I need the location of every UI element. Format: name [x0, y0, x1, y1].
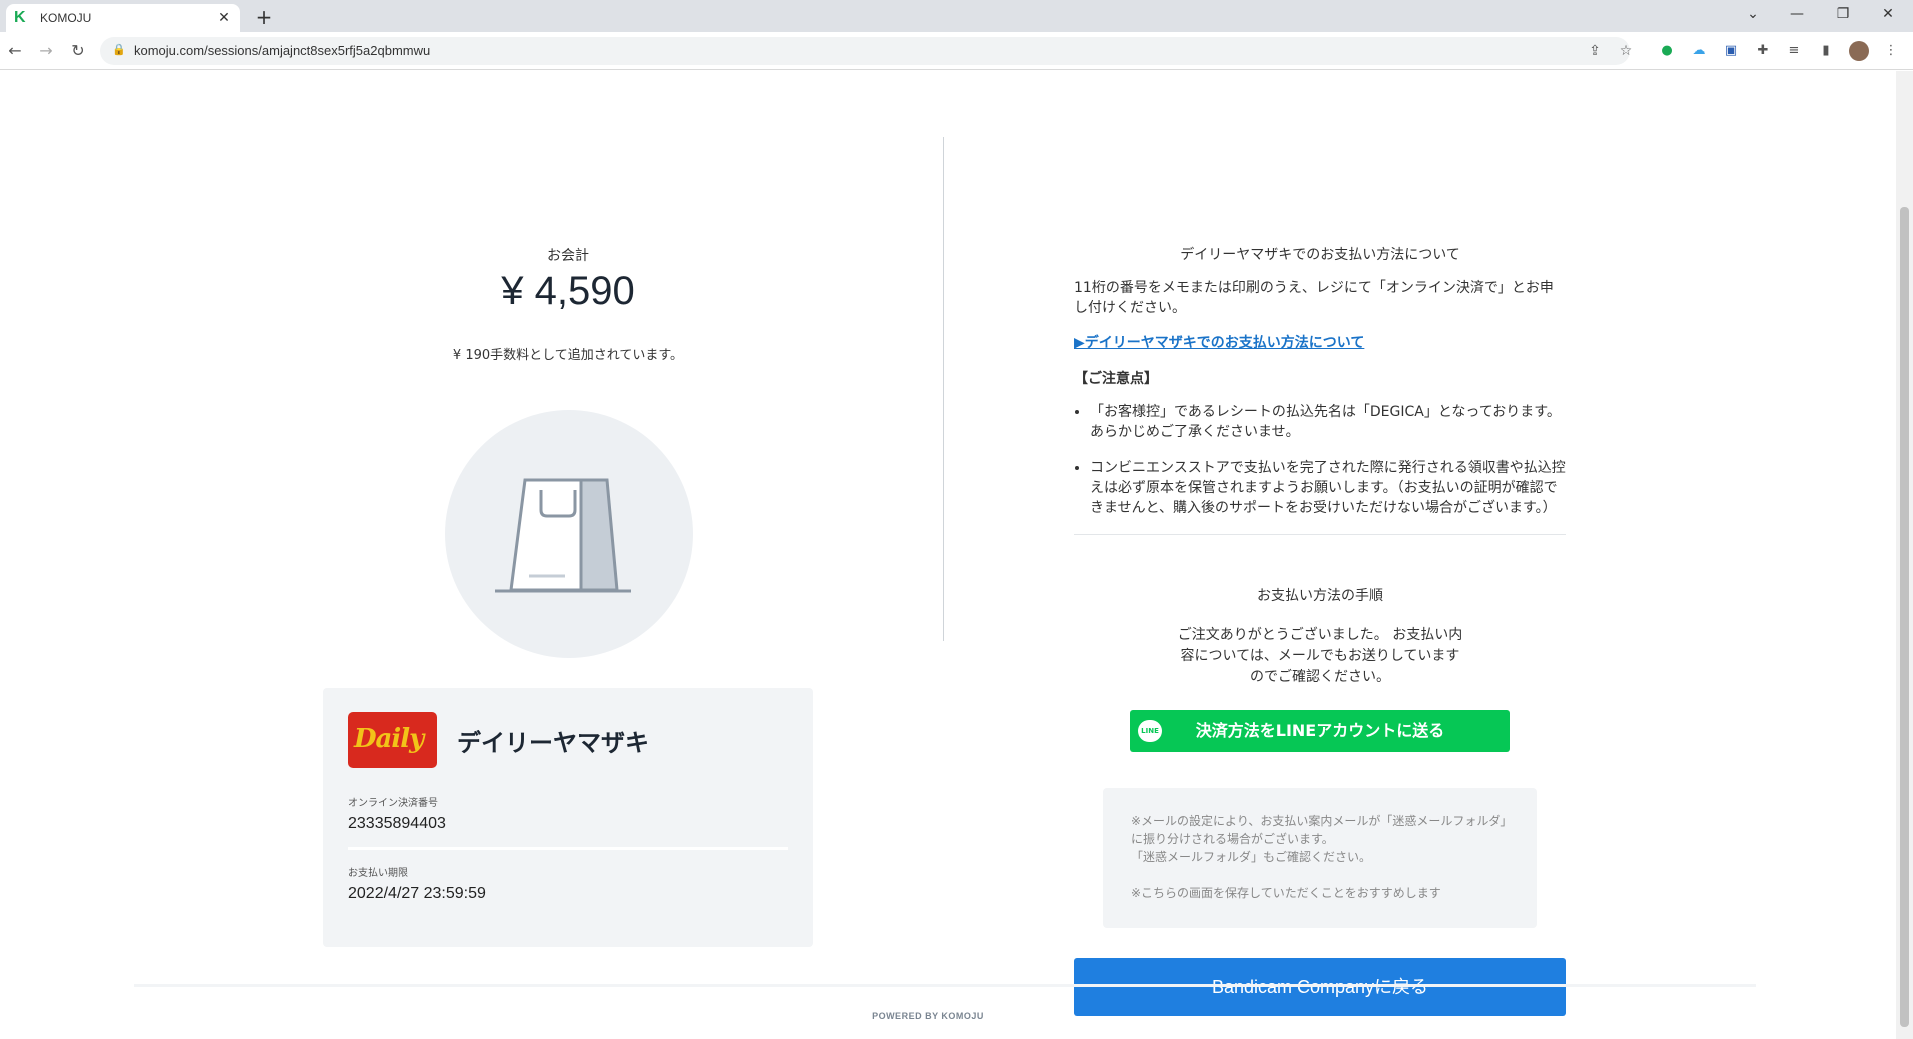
- card-divider: [348, 847, 788, 850]
- daily-yamazaki-logo: Daily: [348, 712, 437, 768]
- extensions-puzzle-icon[interactable]: ✚: [1753, 41, 1773, 61]
- tab-title: KOMOJU: [40, 11, 92, 25]
- instructions-column: デイリーヤマザキでのお支払い方法について 11桁の番号をメモまたは印刷のうえ、レ…: [1074, 171, 1566, 1016]
- notice-text: ※メールの設定により、お支払い案内メールが「迷惑メールフォルダ」に振り分けされる…: [1131, 814, 1507, 846]
- list-item: 「お客様控」であるレシートの払込先名は「DEGICA」となっております。あらかじ…: [1090, 402, 1566, 442]
- share-icon[interactable]: ⇪: [1586, 42, 1604, 60]
- list-item: コンビニエンスストアで支払いを完了された際に発行される領収書や払込控えは必ず原本…: [1090, 458, 1566, 518]
- profile-avatar[interactable]: [1849, 41, 1869, 61]
- close-window-button[interactable]: ✕: [1866, 0, 1910, 28]
- extension-translate-icon[interactable]: ▣: [1721, 41, 1741, 61]
- footer-divider: [134, 984, 1756, 987]
- lock-icon: 🔒: [112, 43, 126, 56]
- checkout-page: お会計 ¥ 4,590 ¥ 190手数料として追加されています。 Daily デ…: [0, 71, 1896, 1039]
- browser-tab[interactable]: K KOMOJU ✕: [6, 4, 240, 32]
- thanks-message: ご注文ありがとうございました。 お支払い内容については、メールでもお送りしていま…: [1177, 627, 1463, 685]
- payment-summary-column: お会計 ¥ 4,590 ¥ 190手数料として追加されています。 Daily デ…: [323, 171, 813, 947]
- komoju-favicon-icon: K: [14, 9, 26, 26]
- back-arrow-icon[interactable]: ←: [3, 39, 27, 63]
- return-to-merchant-button[interactable]: Bandicam Companyに戻る: [1074, 958, 1566, 1016]
- bookmark-star-icon[interactable]: ☆: [1617, 42, 1635, 60]
- email-notice-box: ※メールの設定により、お支払い案内メールが「迷惑メールフォルダ」に振り分けされる…: [1103, 788, 1537, 928]
- powered-by-footer: POWERED BY KOMOJU: [872, 1011, 984, 1021]
- send-to-line-label: 決済方法をLINEアカウントに送る: [1195, 721, 1445, 740]
- fee-note: ¥ 190手数料として追加されています。: [452, 348, 684, 363]
- section-divider: [1074, 534, 1566, 535]
- instructions-title: デイリーヤマザキでのお支払い方法について: [1180, 247, 1460, 263]
- minimize-button[interactable]: —: [1775, 0, 1819, 28]
- address-bar[interactable]: 🔒 komoju.com/sessions/amjajnct8sex5rfj5a…: [100, 37, 1632, 65]
- media-control-icon[interactable]: ≡: [1784, 41, 1804, 61]
- new-tab-button[interactable]: +: [252, 6, 276, 30]
- scrollbar-thumb[interactable]: [1900, 207, 1909, 1027]
- forward-arrow-icon[interactable]: →: [34, 39, 58, 63]
- shopping-bag-icon: [495, 478, 631, 593]
- notice-text: 「迷惑メールフォルダ」もご確認ください。: [1131, 850, 1372, 864]
- instructions-description: 11桁の番号をメモまたは印刷のうえ、レジにて「オンライン決済で」とお申し付けくだ…: [1074, 280, 1554, 316]
- caution-heading: 【ご注意点】: [1074, 371, 1158, 387]
- shopping-bag-illustration: [445, 410, 693, 658]
- browser-tab-strip: K KOMOJU ✕ + ⌄ — ❐ ✕: [0, 0, 1913, 32]
- deadline-label: お支払い期限: [348, 868, 408, 879]
- browser-toolbar: ← → ↻ 🔒 komoju.com/sessions/amjajnct8sex…: [0, 32, 1913, 70]
- store-name: デイリーヤマザキ: [457, 728, 649, 757]
- payment-deadline: 2022/4/27 23:59:59: [348, 885, 486, 902]
- extension-green-icon[interactable]: ●: [1657, 41, 1677, 61]
- total-label: お会計: [547, 248, 589, 264]
- store-payment-card: Daily デイリーヤマザキ オンライン決済番号 23335894403 お支払…: [323, 688, 813, 947]
- column-divider: [943, 137, 944, 641]
- payment-number-label: オンライン決済番号: [348, 798, 438, 809]
- restore-button[interactable]: ❐: [1821, 0, 1865, 28]
- tab-search-icon[interactable]: ⌄: [1731, 0, 1775, 28]
- menu-kebab-icon[interactable]: ⋮: [1881, 41, 1901, 61]
- reload-icon[interactable]: ↻: [66, 39, 90, 63]
- total-amount: ¥ 4,590: [501, 269, 635, 313]
- close-tab-icon[interactable]: ✕: [216, 10, 232, 26]
- page-scrollbar[interactable]: [1896, 71, 1913, 1039]
- payment-number: 23335894403: [348, 815, 446, 832]
- extension-cloud-icon[interactable]: ☁: [1689, 41, 1709, 61]
- payment-method-link[interactable]: ▶デイリーヤマザキでのお支払い方法について: [1074, 332, 1566, 352]
- steps-title: お支払い方法の手順: [1257, 588, 1383, 604]
- send-to-line-button[interactable]: LINE 決済方法をLINEアカウントに送る: [1130, 710, 1510, 752]
- caution-list: 「お客様控」であるレシートの払込先名は「DEGICA」となっております。あらかじ…: [1074, 402, 1566, 518]
- notice-text: ※こちらの画面を保存していただくことをおすすめします: [1131, 886, 1441, 900]
- url-text[interactable]: komoju.com/sessions/amjajnct8sex5rfj5a2q…: [134, 43, 430, 58]
- line-logo-icon: LINE: [1138, 720, 1162, 742]
- side-panel-icon[interactable]: ▮: [1816, 41, 1836, 61]
